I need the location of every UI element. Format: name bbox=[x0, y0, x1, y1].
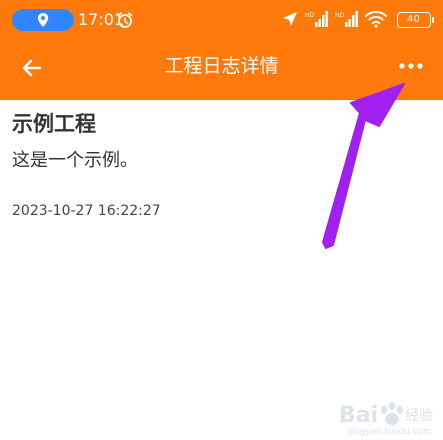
battery-icon: 40 bbox=[397, 12, 434, 28]
svg-text:HD: HD bbox=[305, 12, 315, 19]
svg-text:Bai: Bai bbox=[339, 403, 378, 428]
battery-level: 40 bbox=[407, 14, 420, 25]
back-button[interactable] bbox=[16, 52, 48, 84]
app-bar: 工程日志详情 bbox=[0, 40, 443, 96]
wifi-icon bbox=[365, 10, 387, 28]
location-indicator[interactable] bbox=[12, 9, 74, 31]
page-title: 工程日志详情 bbox=[164, 55, 279, 77]
svg-text:经验: 经验 bbox=[405, 408, 433, 424]
signal-icon: HD bbox=[305, 11, 328, 27]
more-options-button[interactable] bbox=[393, 52, 429, 82]
svg-text:HD: HD bbox=[335, 12, 345, 19]
log-timestamp: 2023-10-27 16:22:27 bbox=[12, 203, 161, 219]
alarm-clock-icon bbox=[117, 12, 133, 28]
baidu-watermark-logo: Bai 经验 jingyan.baidu.com bbox=[339, 402, 433, 436]
more-horizontal-icon bbox=[399, 63, 423, 69]
header: 17:01 HD HD 40 工程日志详情 bbox=[0, 0, 443, 100]
signal-icon-2: HD bbox=[335, 11, 358, 27]
log-body: 这是一个示例。 bbox=[12, 150, 138, 171]
arrow-left-icon bbox=[22, 59, 42, 77]
status-bar: 17:01 HD HD 40 bbox=[0, 0, 443, 40]
location-pin-icon bbox=[37, 13, 49, 27]
log-title: 示例工程 bbox=[12, 112, 96, 136]
status-right: HD HD 40 bbox=[281, 10, 434, 30]
svg-text:jingyan.baidu.com: jingyan.baidu.com bbox=[348, 427, 432, 436]
phone-screen: 17:01 HD HD 40 工程日志详情 示例工程 这是一个示例。 2023-… bbox=[0, 0, 443, 440]
navigation-arrow-icon bbox=[283, 12, 297, 26]
